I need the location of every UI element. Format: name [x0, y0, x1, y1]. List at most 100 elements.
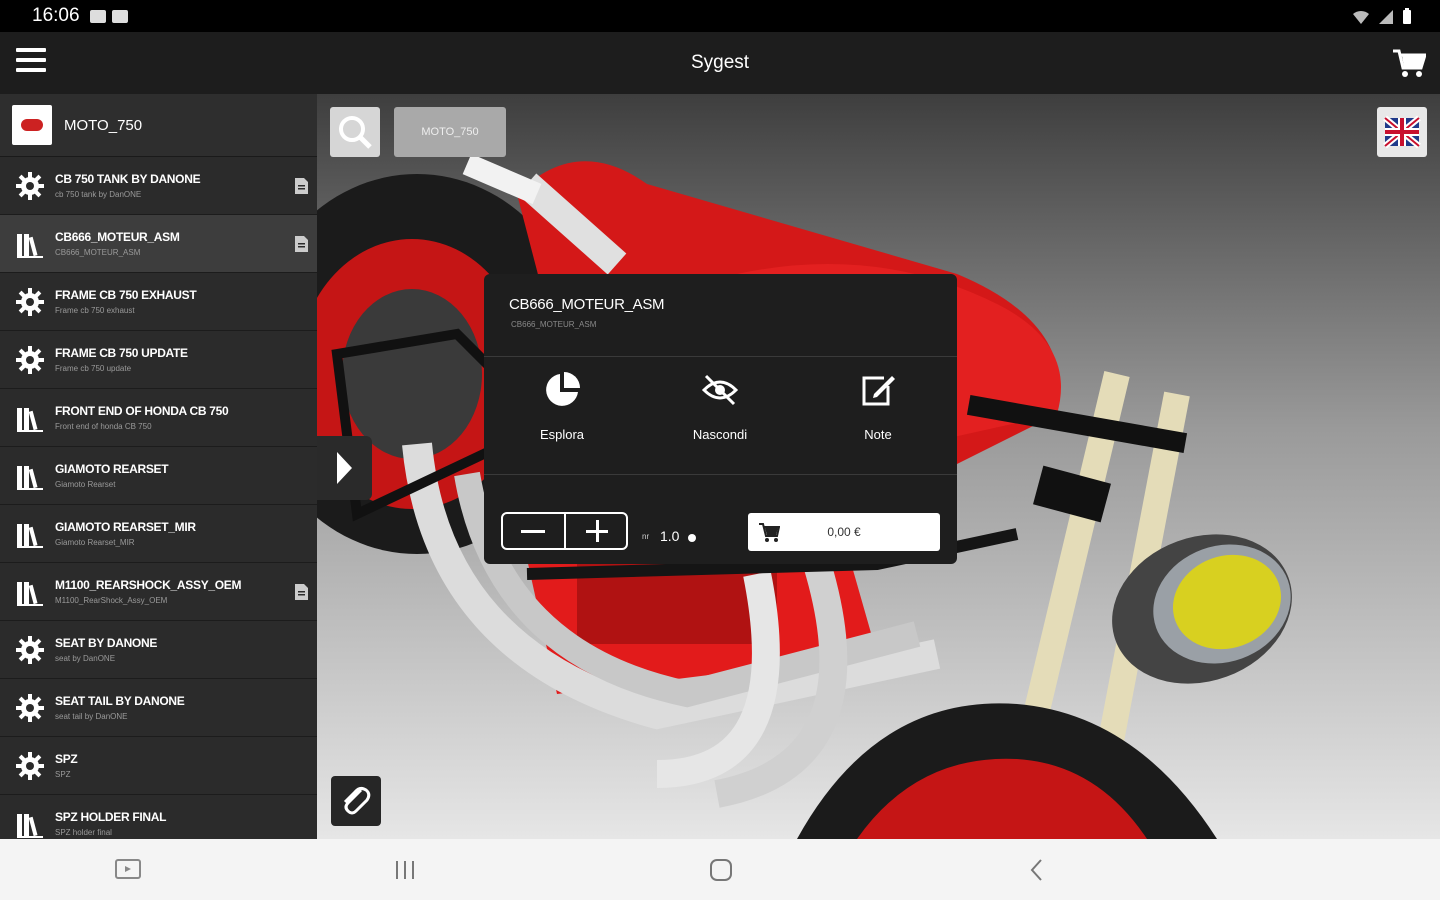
expand-panel-button[interactable]	[317, 436, 372, 500]
quantity-value: 1.0	[660, 528, 680, 544]
sidebar-item-title: FRAME CB 750 UPDATE	[55, 346, 188, 360]
language-button[interactable]	[1377, 107, 1427, 157]
app-bar: Sygest	[0, 32, 1440, 94]
sidebar-item[interactable]: SPZ HOLDER FINAL SPZ holder final	[0, 795, 317, 839]
status-icons	[1352, 8, 1412, 25]
signal-icon	[1379, 10, 1393, 24]
sidebar-item-subtitle: Front end of honda CB 750	[55, 422, 152, 431]
model-name: MOTO_750	[64, 116, 143, 134]
sidebar-item-title: GIAMOTO REARSET_MIR	[55, 520, 196, 534]
gear-icon	[15, 345, 45, 375]
sidebar-item-subtitle: M1100_RearShock_Assy_OEM	[55, 596, 168, 605]
sidebar-item-title: SEAT TAIL BY DANONE	[55, 694, 185, 708]
status-bar: 16:06	[0, 0, 1440, 32]
notification-icons	[89, 9, 128, 23]
home-icon	[710, 859, 732, 881]
popup-subtitle: CB666_MOTEUR_ASM	[511, 320, 597, 329]
gear-icon	[15, 287, 45, 317]
breadcrumb-button[interactable]: MOTO_750	[394, 107, 506, 157]
sidebar-item-subtitle: Giamoto Rearset	[55, 480, 116, 489]
gear-icon	[15, 171, 45, 201]
sidebar-item-title: CB 750 TANK BY DANONE	[55, 172, 201, 186]
eye-off-icon	[701, 374, 739, 406]
explore-button[interactable]: Esplora	[502, 370, 622, 442]
battery-icon	[1403, 8, 1411, 24]
document-icon[interactable]	[294, 177, 309, 195]
home-button[interactable]	[706, 857, 736, 883]
sidebar-item-subtitle: Giamoto Rearset_MIR	[55, 538, 135, 547]
document-icon[interactable]	[294, 235, 309, 253]
document-icon[interactable]	[294, 583, 309, 601]
sidebar-item[interactable]: CB666_MOTEUR_ASM CB666_MOTEUR_ASM	[0, 215, 317, 273]
attachments-button[interactable]	[331, 776, 381, 826]
cart-icon[interactable]	[1392, 46, 1428, 80]
price-label: 0,00 €	[827, 525, 861, 539]
note-button[interactable]: Note	[818, 370, 938, 442]
library-icon	[15, 403, 45, 433]
library-icon	[15, 461, 45, 491]
sidebar-item-subtitle: seat by DanONE	[55, 654, 116, 663]
sidebar-item[interactable]: SEAT TAIL BY DANONE seat tail by DanONE	[0, 679, 317, 737]
play-arrow-icon	[337, 452, 352, 484]
status-time: 16:06	[32, 5, 80, 26]
recents-button[interactable]	[390, 857, 420, 883]
sidebar-item-subtitle: Frame cb 750 exhaust	[55, 306, 135, 315]
sidebar-item[interactable]: CB 750 TANK BY DANONE cb 750 tank by DanO…	[0, 157, 317, 215]
parts-sidebar: MOTO_750 CB 750 TANK BY DANONE cb 750 tan…	[0, 94, 317, 839]
screenshot-button[interactable]	[113, 857, 143, 883]
hide-label: Nascondi	[692, 427, 748, 442]
increment-button[interactable]	[566, 514, 627, 548]
sidebar-item[interactable]: FRAME CB 750 UPDATE Frame cb 750 update	[0, 331, 317, 389]
sidebar-item-title: FRAME CB 750 EXHAUST	[55, 288, 197, 302]
sidebar-item-subtitle: SPZ holder final	[55, 828, 112, 837]
quantity-stepper	[501, 512, 628, 550]
library-icon	[15, 809, 45, 839]
divider	[484, 474, 957, 475]
search-icon	[339, 116, 372, 149]
wifi-icon	[1353, 10, 1369, 24]
model-thumbnail	[12, 105, 52, 145]
sidebar-item-subtitle: CB666_MOTEUR_ASM	[55, 248, 141, 257]
decrement-button[interactable]	[503, 514, 566, 548]
gear-icon	[15, 751, 45, 781]
uk-flag-icon	[1383, 115, 1421, 149]
sidebar-header[interactable]: MOTO_750	[0, 94, 317, 157]
add-to-cart-button[interactable]: 0,00 €	[748, 513, 940, 551]
search-button[interactable]	[330, 107, 380, 157]
sidebar-item-title: SPZ	[55, 752, 78, 766]
library-icon	[15, 577, 45, 607]
note-label: Note	[864, 427, 892, 442]
sidebar-item-title: FRONT END OF HONDA CB 750	[55, 404, 229, 418]
gear-icon	[15, 693, 45, 723]
sidebar-item[interactable]: M1100_REARSHOCK_ASSY_OEM M1100_RearShock_…	[0, 563, 317, 621]
recents-icon	[396, 861, 414, 879]
sidebar-item-title: SPZ HOLDER FINAL	[55, 810, 167, 824]
sidebar-item[interactable]: FRAME CB 750 EXHAUST Frame cb 750 exhaust	[0, 273, 317, 331]
hide-button[interactable]: Nascondi	[660, 370, 780, 442]
sidebar-item[interactable]: GIAMOTO REARSET Giamoto Rearset	[0, 447, 317, 505]
part-popup: CB666_MOTEUR_ASM CB666_MOTEUR_ASM Esplor…	[484, 274, 957, 564]
back-icon	[1030, 859, 1042, 881]
sidebar-item-subtitle: SPZ	[55, 770, 71, 779]
sidebar-item[interactable]: FRONT END OF HONDA CB 750 Front end of ho…	[0, 389, 317, 447]
sidebar-item[interactable]: GIAMOTO REARSET_MIR Giamoto Rearset_MIR	[0, 505, 317, 563]
app-title: Sygest	[690, 52, 750, 73]
library-icon	[15, 519, 45, 549]
sidebar-item[interactable]: SEAT BY DANONE seat by DanONE	[0, 621, 317, 679]
paperclip-icon	[343, 786, 371, 815]
popup-title: CB666_MOTEUR_ASM	[509, 296, 665, 313]
gear-icon	[15, 635, 45, 665]
sidebar-item-title: M1100_REARSHOCK_ASSY_OEM	[55, 578, 242, 592]
sidebar-item-title: SEAT BY DANONE	[55, 636, 158, 650]
sidebar-item-title: CB666_MOTEUR_ASM	[55, 230, 180, 244]
pie-chart-icon	[546, 372, 580, 406]
sidebar-item-subtitle: Frame cb 750 update	[55, 364, 132, 373]
quantity-unit: nr	[642, 532, 650, 541]
system-nav-bar	[0, 839, 1440, 900]
edit-note-icon	[862, 376, 895, 406]
sidebar-item-title: GIAMOTO REARSET	[55, 462, 169, 476]
back-button[interactable]	[1022, 857, 1052, 883]
sidebar-item[interactable]: SPZ SPZ	[0, 737, 317, 795]
sidebar-item-subtitle: cb 750 tank by DanONE	[55, 190, 142, 199]
library-icon	[15, 229, 45, 259]
